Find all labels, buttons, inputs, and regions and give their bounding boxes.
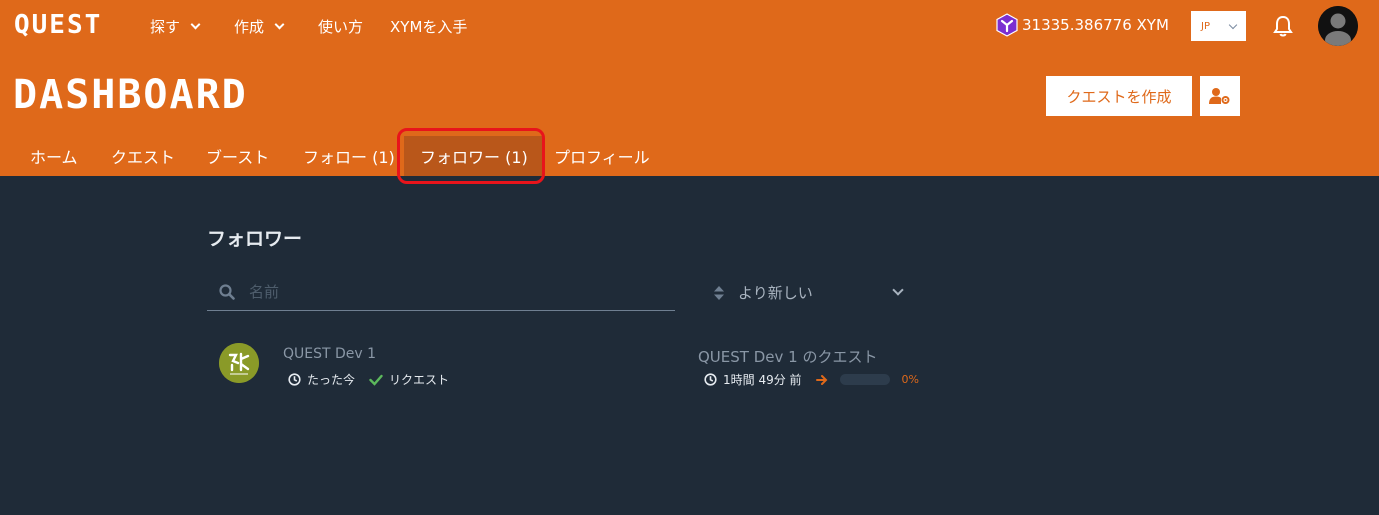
quest-progress-label: 0% (901, 373, 919, 386)
tab-profile[interactable]: プロフィール (538, 136, 666, 176)
clock-icon (704, 373, 717, 386)
quest-progress-bar (839, 374, 890, 385)
user-silhouette-icon (1318, 6, 1358, 46)
quest-time: 1時間 49分 前 (723, 373, 802, 387)
search-icon (219, 284, 235, 300)
nav-get-xym-label: XYMを入手 (390, 18, 468, 36)
nav-create[interactable]: 作成 (234, 16, 285, 37)
chevron-down-icon (1228, 20, 1238, 29)
chevron-down-icon (190, 19, 201, 30)
check-icon (369, 374, 383, 386)
xym-balance[interactable]: 31335.386776 XYM (996, 13, 1169, 37)
sort-icon (714, 285, 724, 300)
tab-following[interactable]: フォロー (1) (287, 136, 411, 176)
nav-explore-label: 探す (150, 18, 181, 36)
section-title: フォロワー (207, 228, 303, 250)
arrow-right-icon (815, 374, 827, 385)
symbol-xym-icon (996, 13, 1018, 37)
follower-name[interactable]: QUEST Dev 1 (283, 346, 376, 362)
tab-quests[interactable]: クエスト (95, 136, 191, 176)
follower-meta: たった今 リクエスト (288, 371, 449, 388)
follower-logo-icon (219, 343, 259, 383)
highlight-annotation (397, 128, 545, 184)
user-settings-button[interactable] (1200, 76, 1240, 116)
language-select[interactable]: JP (1191, 11, 1246, 41)
chevron-down-icon (274, 19, 285, 30)
nav-get-xym[interactable]: XYMを入手 (390, 16, 467, 37)
follower-avatar[interactable] (219, 343, 259, 383)
search-bar (207, 274, 675, 311)
create-quest-button[interactable]: クエストを作成 (1046, 76, 1192, 116)
nav-howto[interactable]: 使い方 (318, 16, 363, 37)
follow-time: たった今 (307, 373, 356, 387)
balance-amount: 31335.386776 XYM (1022, 16, 1169, 34)
header: QUEST 探す 作成 使い方 XYMを入手 31335.386776 XYM … (0, 0, 1379, 184)
nav-howto-label: 使い方 (318, 18, 364, 36)
tab-boost[interactable]: ブースト (190, 136, 285, 176)
search-input[interactable] (249, 283, 649, 301)
bell-icon[interactable] (1272, 14, 1294, 38)
user-gear-icon (1209, 88, 1230, 104)
top-nav: QUEST 探す 作成 使い方 XYMを入手 31335.386776 XYM … (0, 0, 1379, 52)
chevron-down-icon (892, 284, 904, 296)
follow-status: リクエスト (389, 373, 450, 387)
nav-explore[interactable]: 探す (150, 16, 201, 37)
language-value: JP (1201, 20, 1210, 32)
logo[interactable]: QUEST (14, 10, 102, 40)
user-avatar[interactable] (1318, 6, 1358, 46)
quest-meta: 1時間 49分 前 0% (704, 371, 919, 388)
page-title: DASHBOARD (13, 72, 248, 118)
tab-home[interactable]: ホーム (14, 136, 94, 176)
sort-select[interactable]: より新しい (704, 274, 918, 311)
sort-value: より新しい (738, 284, 813, 302)
quest-title-link[interactable]: QUEST Dev 1 のクエスト (698, 346, 877, 367)
nav-create-label: 作成 (234, 18, 265, 36)
clock-icon (288, 373, 301, 386)
